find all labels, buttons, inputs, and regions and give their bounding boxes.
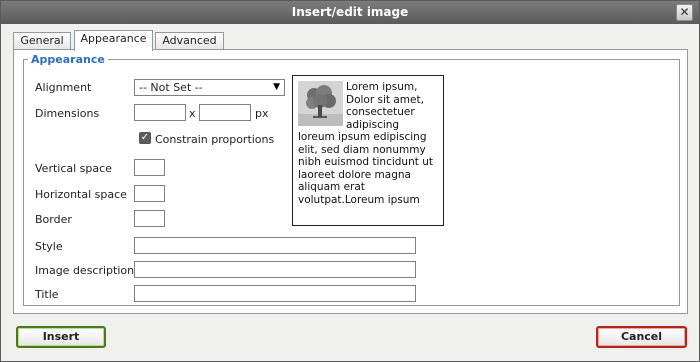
insert-edit-image-dialog: Insert/edit image ✕ General Appearance A… <box>0 0 700 362</box>
vertical-space-input[interactable] <box>134 159 165 176</box>
cancel-button[interactable]: Cancel <box>596 326 687 348</box>
image-description-label: Image description <box>35 264 135 277</box>
tab-advanced[interactable]: Advanced <box>155 32 224 50</box>
insert-button-label: Insert <box>42 330 80 343</box>
height-input[interactable] <box>199 104 251 121</box>
title-input[interactable] <box>134 285 416 302</box>
dialog-title: Insert/edit image <box>291 5 409 19</box>
appearance-fieldset: Appearance Alignment -- Not Set -- ▼ Dim… <box>23 53 680 306</box>
tree-thumbnail-icon <box>298 81 343 126</box>
tab-appearance-label: Appearance <box>80 32 147 45</box>
alignment-label: Alignment <box>35 81 92 94</box>
checkmark-icon: ✓ <box>140 132 150 143</box>
tab-panel-appearance: Appearance Alignment -- Not Set -- ▼ Dim… <box>13 49 688 314</box>
close-button[interactable]: ✕ <box>676 4 693 21</box>
close-icon: ✕ <box>679 5 690 19</box>
appearance-legend: Appearance <box>31 53 105 66</box>
tab-appearance[interactable]: Appearance <box>74 30 153 51</box>
dialog-titlebar[interactable]: Insert/edit image <box>1 1 699 24</box>
tab-general-label: General <box>20 34 64 47</box>
style-input[interactable] <box>134 237 416 254</box>
title-label: Title <box>35 288 59 301</box>
width-input[interactable] <box>134 104 186 121</box>
dimensions-label: Dimensions <box>35 107 100 120</box>
constrain-proportions-checkbox[interactable]: ✓ <box>139 132 151 144</box>
style-label: Style <box>35 240 63 253</box>
tab-general[interactable]: General <box>13 32 71 50</box>
dimension-unit: px <box>255 107 269 120</box>
image-preview: Lorem ipsum, Dolor sit amet, consectetue… <box>292 75 444 226</box>
constrain-proportions-label: Constrain proportions <box>155 133 275 146</box>
image-description-input[interactable] <box>134 261 416 278</box>
horizontal-space-label: Horizontal space <box>35 188 127 201</box>
dropdown-arrow-icon: ▼ <box>273 82 280 92</box>
border-label: Border <box>35 213 72 226</box>
tab-advanced-label: Advanced <box>162 34 217 47</box>
cancel-button-label: Cancel <box>620 330 663 343</box>
horizontal-space-input[interactable] <box>134 185 165 202</box>
border-input[interactable] <box>134 210 165 227</box>
alignment-select-value: -- Not Set -- <box>139 81 203 94</box>
dimension-separator: x <box>189 107 196 120</box>
insert-button[interactable]: Insert <box>16 326 106 348</box>
vertical-space-label: Vertical space <box>35 162 112 175</box>
alignment-select[interactable]: -- Not Set -- ▼ <box>134 79 285 96</box>
